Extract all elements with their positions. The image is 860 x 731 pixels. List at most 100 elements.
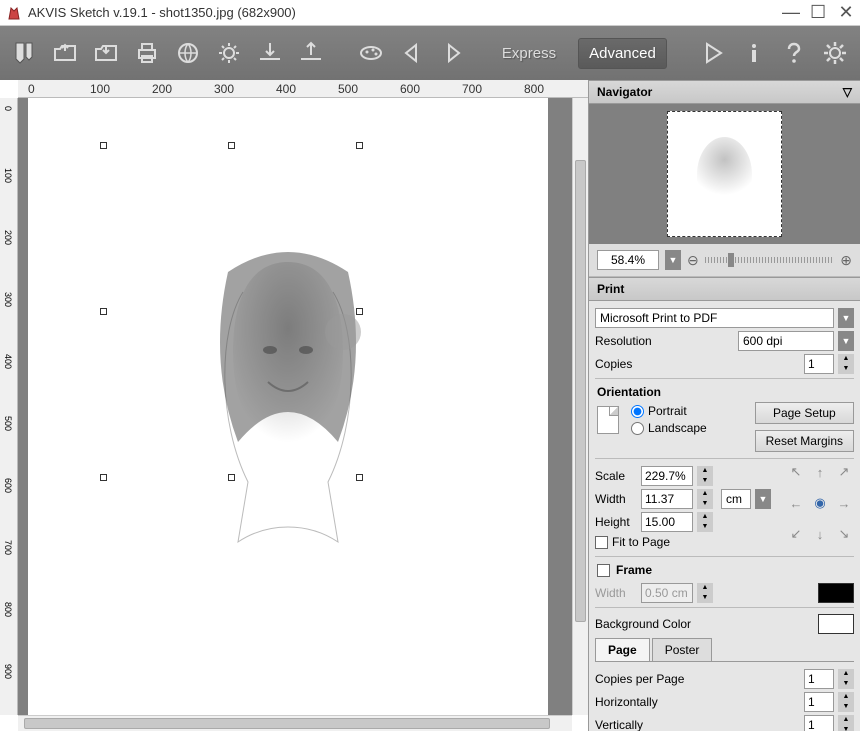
frame-label: Frame <box>616 563 652 577</box>
brushes-icon[interactable] <box>10 37 39 69</box>
zoom-dropdown[interactable]: ▼ <box>665 250 681 270</box>
crop-handle[interactable] <box>356 142 363 149</box>
width-input[interactable] <box>641 489 693 509</box>
bg-color-swatch[interactable] <box>818 614 854 634</box>
horiz-spinner[interactable]: ▲▼ <box>838 692 854 712</box>
crop-handle[interactable] <box>100 142 107 149</box>
align-bl[interactable]: ↙ <box>786 525 806 543</box>
print-header: Print <box>589 277 860 301</box>
mode-express[interactable]: Express <box>492 39 566 68</box>
open-icon[interactable] <box>51 37 80 69</box>
maximize-button[interactable]: ☐ <box>810 2 826 23</box>
align-br[interactable]: ↘ <box>834 525 854 543</box>
app-icon <box>6 5 22 21</box>
page-setup-button[interactable]: Page Setup <box>755 402 854 424</box>
copies-label: Copies <box>595 357 800 371</box>
printer-select[interactable]: Microsoft Print to PDF <box>595 308 834 328</box>
frame-width-input <box>641 583 693 603</box>
orientation-label: Orientation <box>595 378 854 402</box>
zoom-slider[interactable] <box>705 257 835 263</box>
cpp-label: Copies per Page <box>595 672 800 686</box>
crop-handle[interactable] <box>228 142 235 149</box>
minimize-button[interactable]: — <box>782 2 798 23</box>
align-tl[interactable]: ↖ <box>786 463 806 481</box>
align-t[interactable]: ↑ <box>810 463 830 481</box>
main-toolbar: Express Advanced <box>0 26 860 80</box>
info-icon[interactable] <box>739 37 768 69</box>
copies-input[interactable] <box>804 354 834 374</box>
publish-icon[interactable] <box>174 37 203 69</box>
collapse-icon[interactable]: ▽ <box>843 85 852 99</box>
print-icon[interactable] <box>133 37 162 69</box>
orientation-icon <box>597 406 619 434</box>
dropdown-icon[interactable]: ▼ <box>838 331 854 351</box>
forward-icon[interactable] <box>439 37 468 69</box>
print-page <box>28 98 548 715</box>
close-button[interactable]: ✕ <box>838 2 854 23</box>
resolution-select[interactable]: 600 dpi <box>738 331 834 351</box>
zoom-in-icon[interactable]: ⊕ <box>840 252 852 269</box>
run-icon[interactable] <box>698 37 727 69</box>
scrollbar-horizontal[interactable] <box>18 715 572 731</box>
save-icon[interactable] <box>92 37 121 69</box>
back-icon[interactable] <box>398 37 427 69</box>
export-icon[interactable] <box>256 37 285 69</box>
align-r[interactable]: → <box>834 494 854 512</box>
align-l[interactable]: ← <box>786 494 806 512</box>
presets-icon[interactable] <box>357 37 386 69</box>
zoom-out-icon[interactable]: ⊖ <box>687 252 699 269</box>
batch-icon[interactable] <box>215 37 244 69</box>
frame-width-spinner: ▲▼ <box>697 583 713 603</box>
bg-color-label: Background Color <box>595 617 814 631</box>
scale-spinner[interactable]: ▲▼ <box>697 466 713 486</box>
copies-spinner[interactable]: ▲▼ <box>838 354 854 374</box>
fit-to-page-checkbox[interactable] <box>595 536 608 549</box>
zoom-input[interactable] <box>597 250 659 270</box>
ruler-horizontal: 0 100 200 300 400 500 600 700 800 <box>18 80 588 98</box>
dropdown-icon[interactable]: ▼ <box>755 489 771 509</box>
horiz-label: Horizontally <box>595 695 800 709</box>
alignment-grid: ↖↑↗ ←◉→ ↙↓↘ <box>786 463 854 552</box>
tab-page[interactable]: Page <box>595 638 650 661</box>
crop-handle[interactable] <box>356 474 363 481</box>
vert-label: Vertically <box>595 718 800 731</box>
crop-handle[interactable] <box>100 474 107 481</box>
tab-poster[interactable]: Poster <box>652 638 713 661</box>
import-icon[interactable] <box>297 37 326 69</box>
canvas-viewport[interactable] <box>18 98 572 715</box>
frame-width-label: Width <box>595 586 637 600</box>
reset-margins-button[interactable]: Reset Margins <box>755 430 854 452</box>
titlebar: AKVIS Sketch v.19.1 - shot1350.jpg (682x… <box>0 0 860 26</box>
width-spinner[interactable]: ▲▼ <box>697 489 713 509</box>
settings-icon[interactable] <box>821 37 850 69</box>
height-label: Height <box>595 515 637 529</box>
unit-select[interactable]: cm <box>721 489 751 509</box>
crop-handle[interactable] <box>356 308 363 315</box>
portrait-radio[interactable]: Portrait <box>631 404 707 418</box>
mode-advanced[interactable]: Advanced <box>578 38 667 69</box>
cpp-input[interactable] <box>804 669 834 689</box>
navigator-preview[interactable] <box>589 104 860 244</box>
crop-handle[interactable] <box>228 474 235 481</box>
align-c[interactable]: ◉ <box>810 494 830 512</box>
cpp-spinner[interactable]: ▲▼ <box>838 669 854 689</box>
width-label: Width <box>595 492 637 506</box>
vert-spinner[interactable]: ▲▼ <box>838 715 854 731</box>
align-b[interactable]: ↓ <box>810 525 830 543</box>
landscape-radio[interactable]: Landscape <box>631 421 707 435</box>
vert-input[interactable] <box>804 715 834 731</box>
height-input[interactable] <box>641 512 693 532</box>
dropdown-icon[interactable]: ▼ <box>838 308 854 328</box>
sketch-image <box>188 242 388 562</box>
fit-to-page-label: Fit to Page <box>612 535 776 549</box>
window-title: AKVIS Sketch v.19.1 - shot1350.jpg (682x… <box>28 5 782 20</box>
frame-checkbox[interactable] <box>597 564 610 577</box>
horiz-input[interactable] <box>804 692 834 712</box>
align-tr[interactable]: ↗ <box>834 463 854 481</box>
scale-input[interactable] <box>641 466 693 486</box>
scrollbar-vertical[interactable] <box>572 98 588 715</box>
help-icon[interactable] <box>780 37 809 69</box>
frame-color-swatch[interactable] <box>818 583 854 603</box>
height-spinner[interactable]: ▲▼ <box>697 512 713 532</box>
crop-handle[interactable] <box>100 308 107 315</box>
